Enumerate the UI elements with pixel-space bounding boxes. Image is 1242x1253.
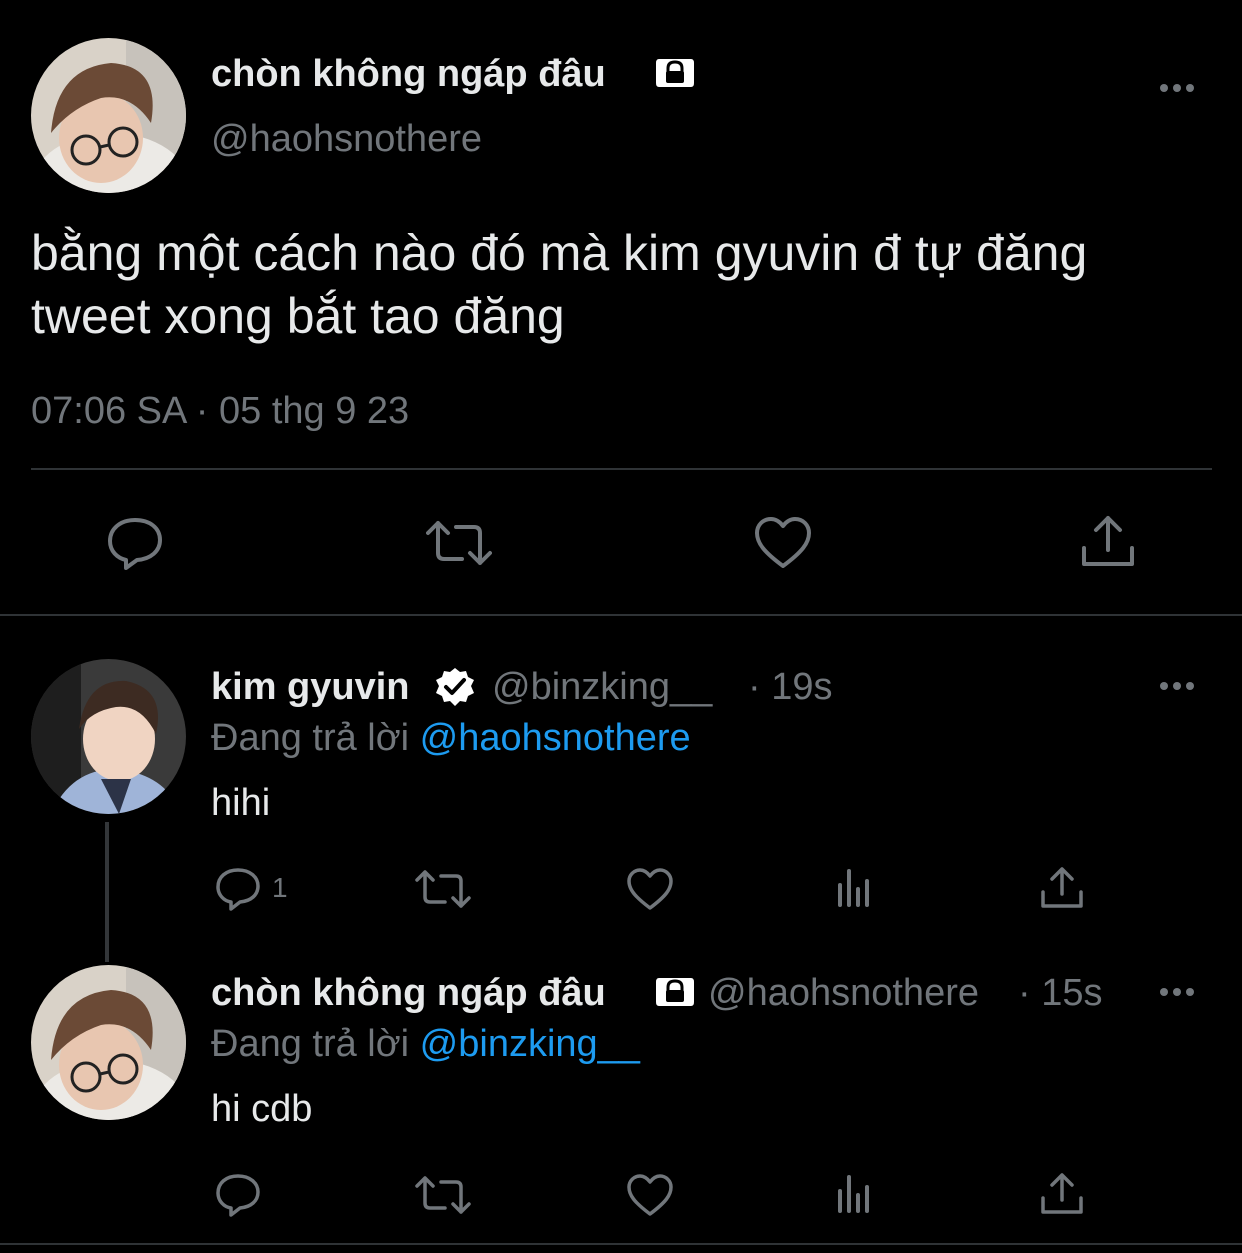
reply1-text: hihi — [211, 782, 271, 824]
reply2-display-name[interactable]: chòn không ngáp đâu — [211, 972, 606, 1015]
replying-prefix: Đang trả lời — [211, 717, 410, 759]
reply-avatar-kim-gyuvin[interactable] — [31, 659, 186, 814]
reply1-handle[interactable]: @binzking__ — [492, 666, 712, 709]
reply1-retweet-icon[interactable] — [415, 867, 471, 911]
replying-prefix: Đang trả lời — [211, 1023, 410, 1065]
reply1-like-icon[interactable] — [626, 867, 674, 911]
reply-avatar-chon[interactable] — [31, 965, 186, 1120]
tweet-text-line-2: tweet xong bắt tao đăng — [31, 288, 565, 344]
verified-badge-icon — [434, 666, 476, 708]
reply1-time[interactable]: · 19s — [748, 666, 832, 709]
reply2-replying-to: Đang trả lời @binzking__ — [211, 1023, 640, 1066]
share-icon[interactable] — [1080, 514, 1136, 570]
reply1-share-icon[interactable] — [1040, 866, 1084, 910]
reply2-text: hi cdb — [211, 1088, 313, 1130]
lock-icon — [655, 974, 695, 1010]
author-display-name[interactable]: chòn không ngáp đâu — [211, 53, 606, 96]
reply2-share-icon[interactable] — [1040, 1172, 1084, 1216]
more-options-icon[interactable] — [1160, 84, 1194, 92]
replying-to-link[interactable]: @haohsnothere — [420, 717, 691, 759]
reply1-reply-icon[interactable] — [214, 866, 262, 912]
reply-icon[interactable] — [106, 515, 164, 571]
reply1-reply-count: 1 — [272, 872, 288, 903]
reply1-display-name[interactable]: kim gyuvin — [211, 666, 410, 709]
replying-to-link[interactable]: @binzking__ — [420, 1023, 640, 1065]
tweet-text-line-1: bằng một cách nào đó mà kim gyuvin đ tự … — [31, 225, 1088, 281]
reply2-handle[interactable]: @haohsnothere — [708, 972, 979, 1015]
bottom-divider — [0, 1243, 1242, 1245]
reply1-replying-to: Đang trả lời @haohsnothere — [211, 717, 691, 760]
thread-connector — [105, 822, 109, 962]
retweet-icon[interactable] — [426, 517, 492, 569]
author-avatar[interactable] — [31, 38, 186, 193]
reply1-analytics-icon[interactable] — [836, 867, 876, 909]
lock-icon — [655, 55, 695, 91]
reply2-time[interactable]: · 15s — [1018, 972, 1102, 1015]
reply2-analytics-icon[interactable] — [836, 1173, 876, 1215]
tweet-timestamp[interactable]: 07:06 SA · 05 thg 9 23 — [31, 390, 409, 433]
like-icon[interactable] — [754, 516, 812, 570]
reply2-more-options-icon[interactable] — [1160, 988, 1194, 996]
author-handle[interactable]: @haohsnothere — [211, 118, 482, 161]
section-divider — [0, 614, 1242, 616]
reply2-like-icon[interactable] — [626, 1173, 674, 1217]
reply2-reply-icon[interactable] — [214, 1172, 262, 1218]
divider — [31, 468, 1212, 470]
reply1-more-options-icon[interactable] — [1160, 682, 1194, 690]
reply2-retweet-icon[interactable] — [415, 1173, 471, 1217]
